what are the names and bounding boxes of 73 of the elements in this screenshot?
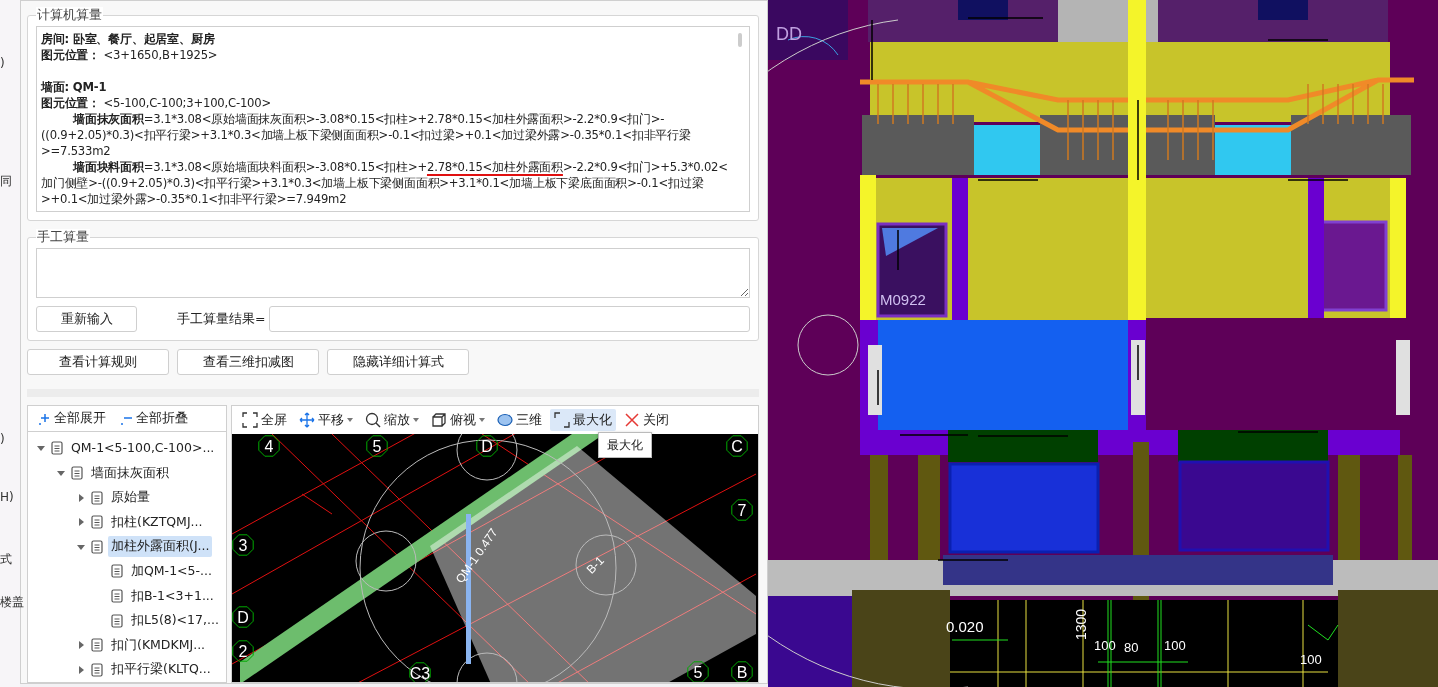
document-icon [91,490,103,505]
toolbar-button[interactable]: 三维 [493,408,546,432]
document-icon [111,564,123,579]
dimension-label: 100 [1164,638,1186,653]
plus-icon [38,412,50,425]
move-arrows-icon [299,412,315,428]
group-title: 计算机算量 [36,7,103,23]
expand-all-button[interactable]: 全部展开 [34,409,110,428]
document-icon [71,465,83,480]
action-button[interactable]: 查看三维扣减图 [177,349,319,375]
background-text: 楼盖 [0,594,24,611]
tree-item[interactable]: 扣L5(8)<17,... [128,610,222,631]
formula-text: 墙面块料面积=3.1*3.08<原始墙面块料面积>-3.08*0.15<扣柱>+2.78*0.15<加柱外露面积>-2.2*0.9<扣门>+5.3*0.02<加门侧壁>-((0.9+2.05)*0.3)<扣平行梁>+3.1*0.3<加墙上板下梁侧面面积>+3.1*0.1<加墙上板下梁底面面积>-0.1<扣过梁>+0.1<加过梁外露>-0.35*0.1<扣非平行梁>=7.949m2 [41,159,729,207]
collapse-all-button[interactable]: 全部折叠 [116,409,192,428]
expand-caret-icon[interactable] [76,664,86,675]
heading-text: 房间: 卧室、餐厅、起居室、厨房 [41,31,216,47]
dimension-label: 80 [1124,640,1139,655]
door-label: M0922 [880,291,926,308]
magnifier-icon [365,412,381,428]
action-button[interactable]: 隐藏详细计算式 [327,349,469,375]
tooltip: 最大化 [598,432,652,458]
tree-item[interactable]: 扣门(KMDKMJ... [108,634,209,656]
document-icon [111,613,123,628]
tree-item[interactable]: 加柱外露面积(J... [108,536,213,558]
tree-item[interactable]: 墙面抹灰面积 [88,462,172,484]
location-text: 图元位置： <5-100,C-100;3+100,C-100> [41,95,272,111]
expand-caret-icon[interactable] [76,517,86,528]
close-icon [624,412,640,428]
manual-input-field[interactable] [36,248,750,298]
tree-item[interactable]: 扣B-1<3+1... [128,585,217,607]
document-icon [111,588,123,603]
cube-icon [431,412,447,428]
document-icon [91,539,103,554]
maximize-icon [554,412,570,428]
background-text: ) [0,431,5,448]
toolbar-button[interactable]: 缩放 [361,408,423,432]
action-button[interactable]: 查看计算规则 [27,349,169,375]
group-title: 手工算量 [36,229,90,245]
toolbar-button[interactable]: 全屏 [238,408,291,432]
fullscreen-icon [242,412,258,428]
expand-caret-icon[interactable] [76,492,86,503]
formula-text: 墙面抹灰面积=3.1*3.08<原始墙面抹灰面积>-3.08*0.15<扣柱>+2.78*0.15<加柱外露面积>-2.2*0.9<扣门>-((0.9+2.05)*0.3)<扣平行梁>+3.1*0.3<加墙上板下梁侧面面积>-0.1<扣过梁>+0.1<加过梁外露>-0.35*0.1<扣非平行梁>=7.533m2 [41,111,692,159]
tree-item[interactable]: 扣柱(KZTQMJ... [108,511,206,533]
dimension-label: 1300 [1073,608,1089,640]
element-label: B-1 [583,553,607,577]
document-icon [51,441,63,456]
toolbar-button[interactable]: 最大化 [550,408,616,432]
location-text: 图元位置： <3+1650,B+1925> [41,47,219,63]
elevation-label: 0.020 [946,618,984,635]
background-text: ) [0,55,5,72]
tree-item[interactable]: 加QM-1<5-... [128,560,215,582]
document-icon [91,638,103,653]
background-text: H) [0,489,14,506]
result-field[interactable] [269,306,750,332]
ellipse-icon [497,412,513,428]
toolbar-button[interactable]: 关闭 [620,408,673,432]
tree-item[interactable]: 原始量 [108,487,153,508]
document-icon [91,662,103,677]
heading-text: 墙面: QM-1 [41,79,108,95]
reenter-button[interactable]: 重新输入 [36,306,137,332]
result-label: 手工算量结果= [177,309,266,328]
toolbar-button[interactable]: 平移 [295,408,357,432]
tree-item[interactable]: QM-1<5-100,C-100>... [68,438,218,459]
tree-item[interactable]: 扣平行梁(KLTQ... [108,659,214,681]
expand-caret-icon[interactable] [76,640,86,651]
background-text: 同 [0,173,12,190]
scrollbar-thumb[interactable] [738,33,742,47]
dimension-label: 100 [1094,638,1116,653]
room-label: DD [776,24,802,44]
dimension-label: 100 [1300,652,1322,667]
document-icon [91,515,103,530]
toolbar-button[interactable]: 俯视 [427,408,489,432]
background-text: 式 [0,551,12,568]
